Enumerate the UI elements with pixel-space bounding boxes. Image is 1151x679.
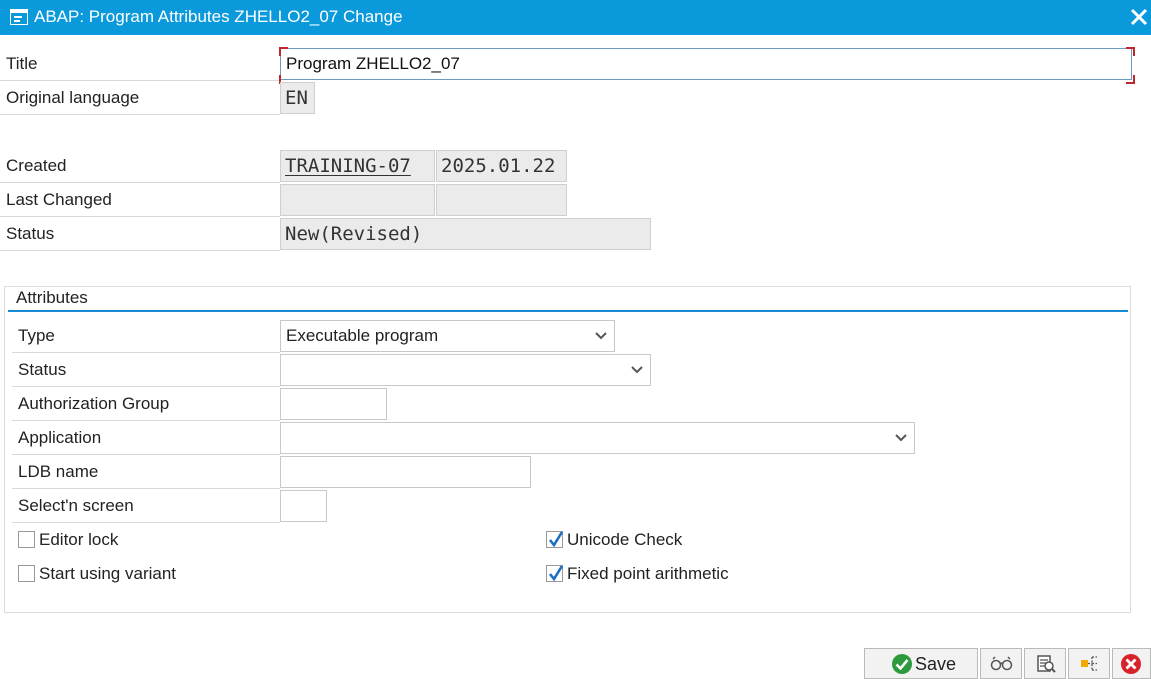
chevron-down-icon — [595, 332, 607, 340]
type-select[interactable]: Executable program — [280, 320, 615, 352]
window-menu-icon[interactable] — [10, 9, 28, 25]
auth-group-input[interactable] — [280, 388, 387, 420]
created-user[interactable]: TRAINING-07 — [280, 150, 435, 182]
auth-group-label: Authorization Group — [12, 388, 280, 421]
title-bar: ABAP: Program Attributes ZHELLO2_07 Chan… — [0, 0, 1151, 35]
save-button-label: Save — [915, 654, 957, 674]
checkmark-icon — [548, 565, 564, 582]
checkmark-icon — [548, 531, 564, 548]
original-language-label: Original language — [0, 82, 280, 115]
checkbox-box[interactable] — [546, 565, 564, 582]
created-label: Created — [0, 150, 280, 183]
original-language-value: EN — [280, 82, 315, 114]
check-icon — [892, 654, 912, 674]
title-input[interactable]: Program ZHELLO2_07 — [280, 48, 1132, 80]
chevron-down-icon — [895, 434, 907, 442]
selection-screen-input[interactable] — [280, 490, 327, 522]
cancel-icon — [1121, 654, 1141, 674]
last-changed-user — [280, 184, 435, 216]
status-select[interactable] — [280, 354, 651, 386]
last-changed-date — [436, 184, 567, 216]
type-select-value: Executable program — [286, 326, 439, 345]
cancel-button[interactable] — [1112, 648, 1151, 679]
focus-corner — [279, 47, 288, 56]
application-label: Application — [12, 422, 280, 455]
close-icon[interactable] — [1130, 8, 1148, 26]
document-magnify-icon — [1037, 655, 1056, 673]
created-date: 2025.01.22 — [436, 150, 567, 182]
unicode-check-label: Unicode Check — [567, 530, 683, 549]
window-title: ABAP: Program Attributes ZHELLO2_07 Chan… — [34, 7, 403, 26]
focus-corner — [1126, 75, 1135, 84]
focus-corner — [1126, 47, 1135, 56]
chevron-down-icon — [631, 366, 643, 374]
hierarchy-icon — [1081, 656, 1097, 671]
glasses-icon — [990, 656, 1013, 671]
save-button[interactable]: Save — [864, 648, 978, 679]
fixed-point-arithmetic-label: Fixed point arithmetic — [567, 564, 729, 583]
attributes-divider — [8, 310, 1128, 312]
application-select[interactable] — [280, 422, 915, 454]
title-label: Title — [0, 48, 280, 81]
where-used-button[interactable] — [1024, 648, 1066, 679]
display-button[interactable] — [980, 648, 1022, 679]
hierarchy-button[interactable] — [1068, 648, 1110, 679]
status-value: New(Revised) — [280, 218, 651, 250]
selection-screen-label: Select'n screen — [12, 490, 280, 523]
editor-lock-label: Editor lock — [39, 530, 119, 549]
ldb-name-label: LDB name — [12, 456, 280, 489]
type-label: Type — [12, 320, 280, 353]
start-using-variant-label: Start using variant — [39, 564, 177, 583]
status-label: Status — [0, 218, 280, 251]
last-changed-label: Last Changed — [0, 184, 280, 217]
attr-status-label: Status — [12, 354, 280, 387]
attributes-group-title: Attributes — [16, 288, 88, 307]
ldb-name-input[interactable] — [280, 456, 531, 488]
checkbox-box[interactable] — [546, 531, 564, 548]
checkbox-box[interactable] — [18, 531, 35, 548]
created-user-text[interactable]: TRAINING-07 — [285, 155, 411, 177]
checkbox-box[interactable] — [18, 565, 35, 582]
